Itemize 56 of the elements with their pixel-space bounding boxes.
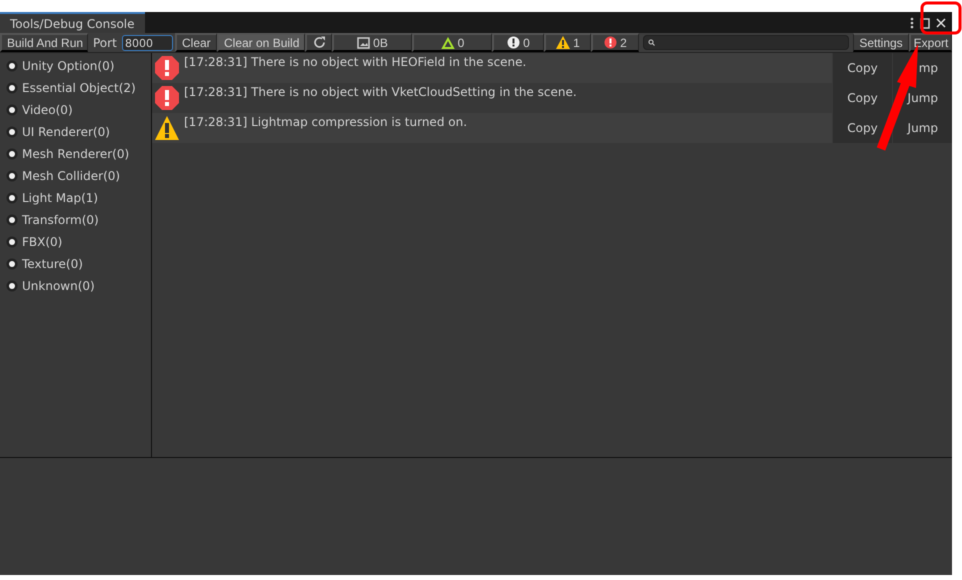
refresh-button[interactable] [305, 33, 332, 52]
category-label[interactable]: Light Map(1) [22, 191, 98, 205]
category-label[interactable]: Video(0) [22, 103, 73, 117]
build-and-run-button[interactable]: Build And Run [0, 33, 88, 52]
radio-icon[interactable] [6, 82, 18, 94]
error-icon [154, 85, 180, 111]
category-label[interactable]: Essential Object(2) [22, 81, 136, 95]
highlight-frame [920, 2, 962, 34]
clear-button[interactable]: Clear [175, 33, 217, 52]
more-icon[interactable] [910, 17, 914, 29]
search-icon [648, 39, 655, 46]
radio-icon[interactable] [6, 192, 18, 204]
category-label[interactable]: UI Renderer(0) [22, 125, 110, 139]
info-icon [507, 36, 520, 49]
radio-icon[interactable] [6, 258, 18, 270]
category-label[interactable]: FBX(0) [22, 235, 62, 249]
window-tab[interactable]: Tools/Debug Console [0, 12, 145, 33]
close-icon[interactable] [936, 18, 946, 28]
counter-toggle[interactable]: 0 [412, 33, 492, 52]
counter-toggle[interactable]: 1 [544, 33, 591, 52]
triangle-icon [440, 36, 455, 48]
copy-button[interactable]: Copy [832, 83, 892, 113]
category-label[interactable]: Texture(0) [22, 257, 83, 271]
jump-button[interactable]: Jump [892, 113, 952, 143]
port-field[interactable]: 8000 [122, 35, 173, 51]
radio-icon[interactable] [6, 170, 18, 182]
radio-icon[interactable] [6, 280, 18, 292]
log-entry[interactable]: [17:28:31] There is no object with VketCloudSetting in the scene. Copy Jump [152, 83, 952, 113]
category-label[interactable]: Transform(0) [22, 213, 99, 227]
port-label: Port [93, 36, 117, 50]
category-label[interactable]: Unity Option(0) [22, 59, 114, 73]
counter-toggle[interactable]: 0B [332, 33, 412, 52]
copy-button[interactable]: Copy [832, 53, 892, 83]
counter-toggle[interactable]: 2 [591, 33, 639, 52]
counter-toggle[interactable]: 0 [492, 33, 544, 52]
radio-icon[interactable] [6, 236, 18, 248]
error-icon [604, 36, 618, 49]
radio-icon[interactable] [6, 126, 18, 138]
search-field[interactable] [643, 35, 849, 50]
clear-on-build-toggle[interactable]: Clear on Build [217, 33, 305, 52]
image-icon [357, 36, 370, 48]
export-button[interactable]: Export [909, 33, 952, 52]
category-label[interactable]: Unknown(0) [22, 279, 95, 293]
radio-icon[interactable] [6, 104, 18, 116]
category-label[interactable]: Mesh Renderer(0) [22, 147, 130, 161]
error-icon [154, 55, 180, 81]
settings-button[interactable]: Settings [853, 33, 909, 52]
log-entry[interactable]: [17:28:31] Lightmap compression is turned on. Copy Jump [152, 113, 952, 143]
warning-icon [556, 36, 570, 49]
radio-icon[interactable] [6, 60, 18, 72]
refresh-icon [312, 36, 326, 49]
log-entry[interactable]: [17:28:31] There is no object with HEOField in the scene. Copy mp [152, 53, 952, 83]
radio-icon[interactable] [6, 214, 18, 226]
warning-icon [154, 115, 180, 141]
radio-icon[interactable] [6, 148, 18, 160]
category-label[interactable]: Mesh Collider(0) [22, 169, 120, 183]
